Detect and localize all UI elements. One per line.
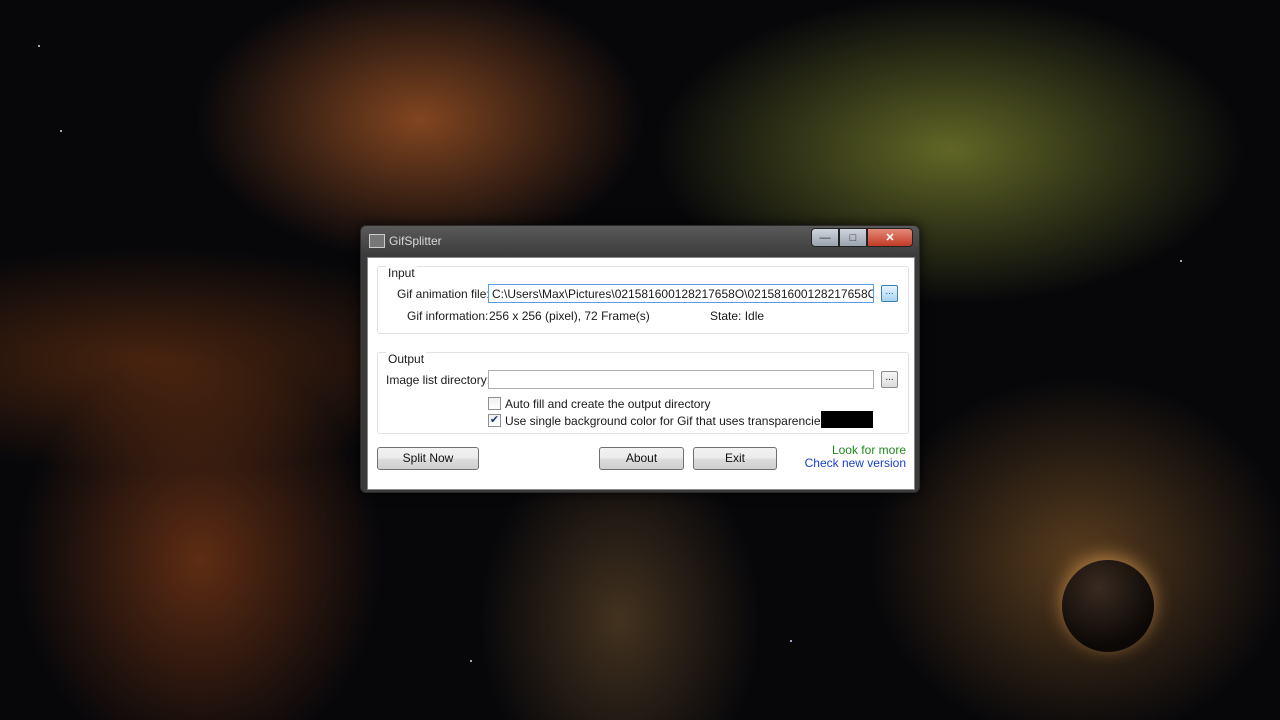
auto-fill-checkbox[interactable] bbox=[488, 397, 501, 410]
input-group-title: Input bbox=[386, 266, 417, 280]
maximize-button[interactable]: □ bbox=[839, 228, 867, 247]
window-title: GifSplitter bbox=[389, 234, 442, 248]
image-dir-label: Image list directory: bbox=[386, 373, 491, 387]
split-now-button[interactable]: Split Now bbox=[377, 447, 479, 470]
background-star bbox=[60, 130, 62, 132]
background-color-swatch[interactable] bbox=[821, 411, 873, 428]
output-group-title: Output bbox=[386, 352, 427, 366]
dialog-client-area: Input Gif animation file: C:\Users\Max\P… bbox=[367, 257, 915, 490]
gifsplitter-window: GifSplitter — □ ✕ Input Gif animation fi… bbox=[360, 225, 920, 493]
app-icon bbox=[369, 234, 385, 248]
close-button[interactable]: ✕ bbox=[867, 228, 913, 247]
gif-file-label: Gif animation file: bbox=[397, 287, 490, 301]
gif-info-value: 256 x 256 (pixel), 72 Frame(s) bbox=[489, 309, 650, 323]
minimize-button[interactable]: — bbox=[811, 228, 839, 247]
look-for-more-link[interactable]: Look for more bbox=[832, 443, 906, 457]
output-group: Output Image list directory: ... Auto fi… bbox=[377, 352, 909, 434]
check-new-version-link[interactable]: Check new version bbox=[805, 456, 906, 470]
single-bg-label[interactable]: Use single background color for Gif that… bbox=[505, 414, 827, 428]
background-star bbox=[470, 660, 472, 662]
gif-info-label: Gif information: bbox=[407, 309, 489, 323]
window-controls: — □ ✕ bbox=[811, 228, 913, 247]
background-star bbox=[38, 45, 40, 47]
background-star bbox=[790, 640, 792, 642]
image-dir-input[interactable] bbox=[488, 370, 874, 389]
about-button[interactable]: About bbox=[599, 447, 684, 470]
background-planet bbox=[1062, 560, 1154, 652]
state-text: State: Idle bbox=[710, 309, 765, 323]
auto-fill-label[interactable]: Auto fill and create the output director… bbox=[505, 397, 710, 411]
title-bar[interactable]: GifSplitter — □ ✕ bbox=[361, 226, 919, 256]
input-group: Input Gif animation file: C:\Users\Max\P… bbox=[377, 266, 909, 334]
image-dir-browse-button[interactable]: ... bbox=[881, 371, 898, 388]
exit-button[interactable]: Exit bbox=[693, 447, 777, 470]
single-bg-checkbox[interactable]: ✔ bbox=[488, 414, 501, 427]
background-star bbox=[1180, 260, 1182, 262]
gif-file-input[interactable]: C:\Users\Max\Pictures\021581600128217658… bbox=[488, 284, 874, 303]
gif-file-browse-button[interactable]: ... bbox=[881, 285, 898, 302]
